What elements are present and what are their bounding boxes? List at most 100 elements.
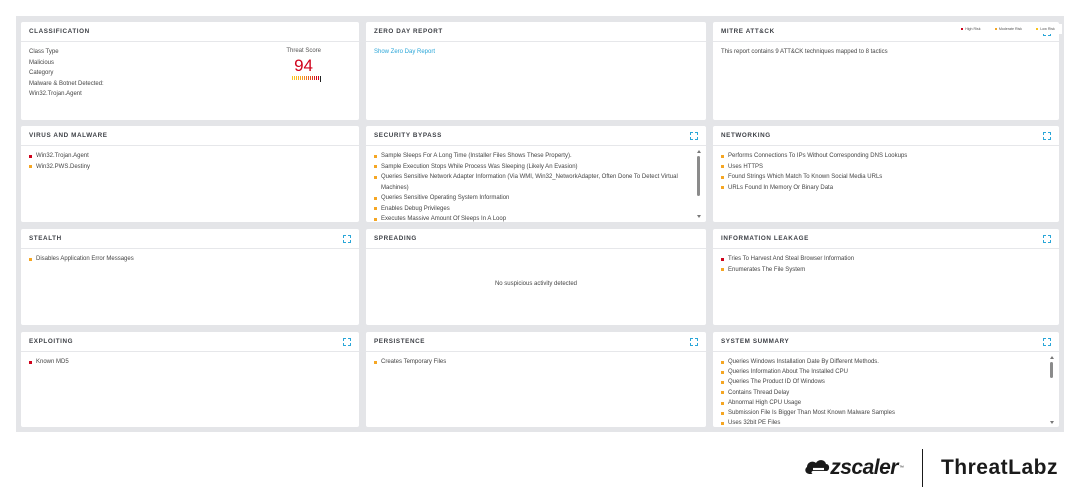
card-title: MITRE ATT&CK [721,28,775,35]
list-item: Sample Execution Stops While Process Was… [374,162,684,173]
list-item: Submission File Is Bigger Than Most Know… [721,408,1037,418]
threat-name: Win32.Trojan.Agent [29,91,82,97]
scroll-thumb[interactable] [697,156,700,196]
score-bar-segment [318,76,319,80]
scroll-thumb[interactable] [1050,362,1053,378]
legend-swatch-icon [1036,28,1039,30]
scrollbar[interactable] [1050,356,1054,424]
list-item-text: Disables Application Error Messages [36,256,134,262]
list-item: Executes Massive Amount Of Sleeps In A L… [374,214,684,222]
legend-label: Moderate Risk [998,27,1022,31]
list-item-text: Queries Sensitive Operating System Infor… [381,195,510,201]
score-bar-segment [302,76,303,80]
expand-icon[interactable] [343,337,351,346]
score-bar-segment [310,76,311,80]
list-item: Queries Information About The Installed … [721,367,1037,377]
legend-item: Moderate Risk [994,27,1022,31]
system-summary-card: SYSTEM SUMMARY Queries Windows Installat… [713,332,1059,427]
expand-icon[interactable] [1043,131,1051,140]
score-bar-segment [320,76,321,82]
card-header: INFORMATION LEAKAGE [713,229,1059,249]
virus-malware-card: VIRUS AND MALWARE Win32.Trojan.Agent Win3… [21,126,359,222]
risk-dot-icon [374,196,377,200]
list-item: Tries To Harvest And Steal Browser Infor… [721,254,1051,265]
card-header: SYSTEM SUMMARY [713,332,1059,352]
score-bar-segment [312,76,313,80]
list-item: URLs Found In Memory Or Binary Data [721,183,1051,194]
risk-legend: High Risk Moderate Risk Low Risk [954,24,1062,34]
list-item-text: Abnormal High CPU Usage [728,399,802,406]
list-item: Queries Windows Installation Date By Dif… [721,357,1037,367]
list-item: Sample Sleeps For A Long Time (Installer… [374,151,684,162]
list-item: Found Strings Which Match To Known Socia… [721,172,1051,183]
scroll-down-arrow[interactable] [1050,421,1054,424]
list-item-text: Sample Sleeps For A Long Time (Installer… [381,153,572,159]
card-title: STEALTH [29,235,62,242]
zscaler-wordmark: zscaler [830,456,898,479]
list-item: Win32.Trojan.Agent [29,151,351,162]
spreading-card: SPREADING No suspicious activity detecte… [366,229,706,325]
card-title: PERSISTENCE [374,338,426,345]
mitre-summary: This report contains 9 ATT&CK techniques… [721,49,888,55]
card-title: INFORMATION LEAKAGE [721,235,809,242]
scroll-up-arrow[interactable] [1050,356,1054,359]
list-item: Creates Temporary Files [374,357,698,368]
show-zero-day-report-link[interactable]: Show Zero Day Report [374,49,435,55]
risk-dot-icon [29,154,32,158]
legend-label: Low Risk [1040,27,1055,31]
score-bar-segment [308,76,309,80]
risk-dot-icon [374,154,377,158]
list-item-text: Enumerates The File System [728,266,806,273]
legend-item: High Risk [961,27,981,31]
list-item-text: Uses 32bit PE Files [728,420,781,427]
risk-dot-icon [374,207,377,211]
list-item: Uses 32bit PE Files [721,418,1037,427]
expand-icon[interactable] [690,131,698,140]
expand-icon[interactable] [343,234,351,243]
card-title: EXPLOITING [29,338,74,345]
card-header: EXPLOITING [21,332,359,352]
card-title: SECURITY BYPASS [374,132,442,139]
risk-dot-icon [721,360,724,364]
list-item-text: Enables Debug Privileges [381,205,450,212]
risk-dot-icon [374,217,377,221]
expand-icon[interactable] [690,337,698,346]
list-item: Abnormal High CPU Usage [721,398,1037,408]
list-item-text: Executes Massive Amount Of Sleeps In A L… [381,216,507,222]
score-bar-segment [294,76,295,80]
legend-label: High Risk [965,27,981,31]
card-header: NETWORKING [713,126,1059,146]
threat-score-label: Threat Score [286,48,321,54]
exploiting-card: EXPLOITING Known MD5 [21,332,359,427]
risk-dot-icon [721,371,724,374]
list-item: Enumerates The File System [721,265,1051,276]
security-bypass-card: SECURITY BYPASS Sample Sleeps For A Long… [366,126,706,222]
list-item: Queries Sensitive Network Adapter Inform… [374,172,684,193]
networking-card: NETWORKING Performs Connections To IPs W… [713,126,1059,222]
score-bar-segment [298,76,299,80]
list-item: Win32.PWS.Destiny [29,162,351,173]
list-item-text: Queries Sensitive Network Adapter Inform… [381,174,678,191]
risk-dot-icon [721,154,724,158]
list-item-text: Contains Thread Delay [728,389,790,396]
card-title: NETWORKING [721,132,771,139]
list-item-text: Found Strings Which Match To Known Socia… [728,174,883,180]
scroll-up-arrow[interactable] [697,150,701,153]
threatlabz-wordmark: ThreatLabz [940,456,1058,479]
list-item-text: Win32.Trojan.Agent [36,153,89,159]
scroll-down-arrow[interactable] [697,215,701,218]
expand-icon[interactable] [1043,337,1051,346]
risk-dot-icon [374,360,377,364]
risk-dot-icon [721,422,724,426]
threat-score-bar [292,76,321,82]
scrollbar[interactable] [697,150,701,218]
list-item: Disables Application Error Messages [29,254,351,265]
legend-swatch-icon [994,28,997,30]
expand-icon[interactable] [1043,234,1051,243]
list-item-text: Queries Windows Installation Date By Dif… [728,359,879,365]
score-bar-segment [316,76,317,80]
zero-day-card: ZERO DAY REPORT Show Zero Day Report [366,22,706,120]
risk-dot-icon [721,411,724,415]
list-item-text: Queries The Product ID Of Windows [728,379,825,386]
list-item-text: Performs Connections To IPs Without Corr… [728,153,908,159]
